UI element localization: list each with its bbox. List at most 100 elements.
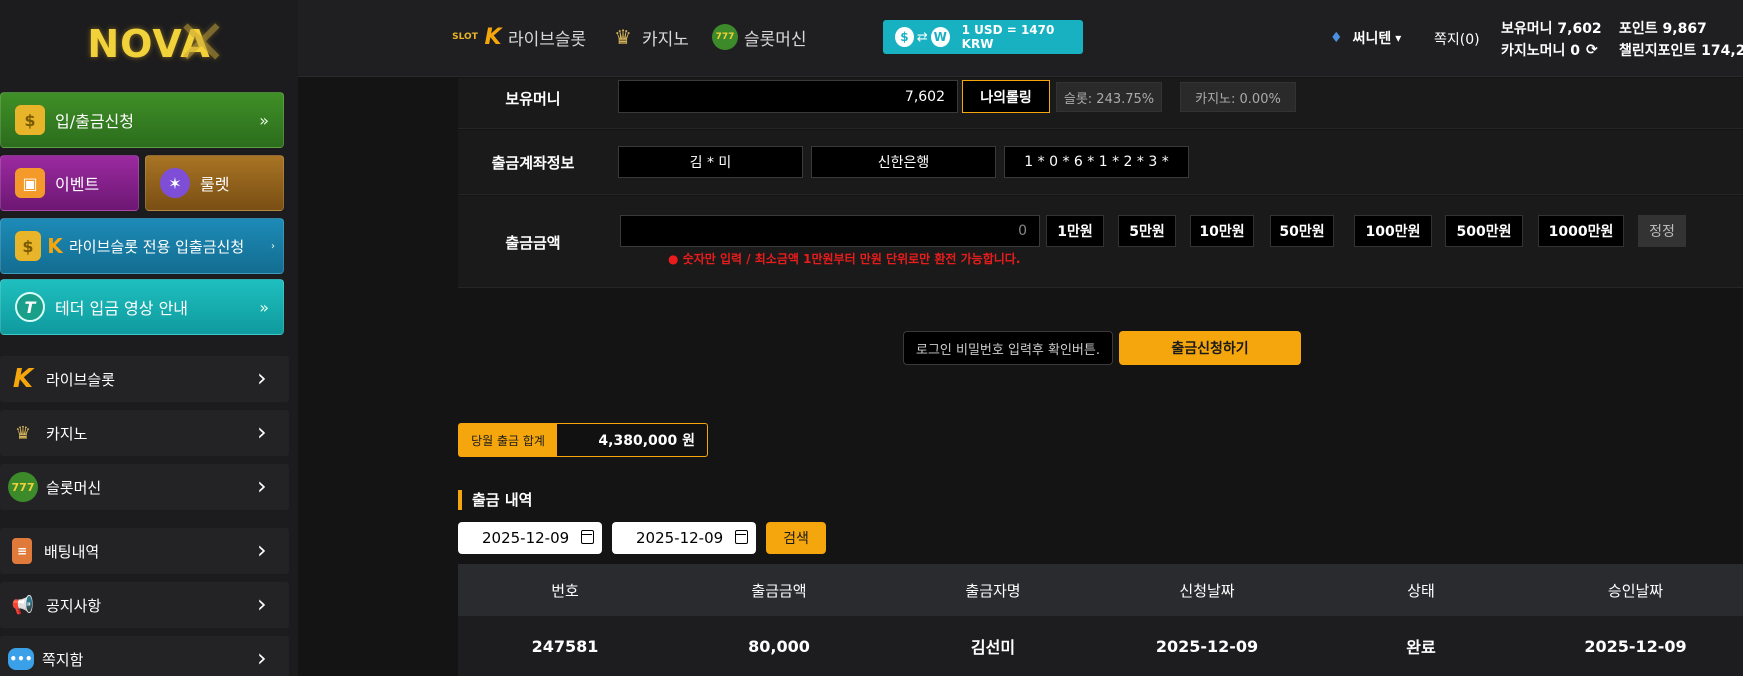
money-bag-icon: $ xyxy=(15,231,41,261)
withdraw-amount-row: 출금금액 0 1만원 5만원 10만원 50만원 100만원 500만원 100… xyxy=(458,196,1743,288)
date-from-input[interactable]: 2025-12-09 xyxy=(458,522,602,554)
quick-amount-5m-button[interactable]: 500만원 xyxy=(1445,215,1523,247)
cell-status: 완료 xyxy=(1406,638,1436,657)
sidebar-item-label: 라이브슬롯 xyxy=(46,370,116,389)
sidebar: ✕ NOVA $ 입/출금신청 » ▣ 이벤트 ✶ 룰렛 $ K 라이브슬롯 전… xyxy=(0,0,298,676)
messages-link[interactable]: 쪽지(0) xyxy=(1434,29,1480,49)
megaphone-icon: 📢 xyxy=(11,594,35,616)
live-slot-deposit-button[interactable]: $ K 라이브슬롯 전용 입출금신청 › xyxy=(0,218,284,274)
date-to-input[interactable]: 2025-12-09 xyxy=(612,522,756,554)
sidebar-item-slot-machine[interactable]: 777 슬롯머신 › xyxy=(0,464,289,510)
chevron-right-icon: › xyxy=(257,536,267,564)
cell-approval-date: 2025-12-09 xyxy=(1584,636,1687,656)
casino-crest-icon: ♛ xyxy=(14,422,32,444)
gift-box-icon: ▣ xyxy=(15,168,45,198)
refresh-icon[interactable]: ⟳ xyxy=(1586,42,1598,58)
column-header-number: 번호 xyxy=(551,581,579,600)
exchange-rate-badge: $ ⇄ W 1 USD = 1470 KRW xyxy=(883,20,1083,54)
history-table-header: 번호 출금금액 출금자명 신청날짜 상태 승인날짜 xyxy=(458,564,1743,616)
column-header-status: 상태 xyxy=(1407,581,1435,600)
money-balance: 보유머니 7,602 xyxy=(1501,21,1602,37)
coin-stack-icon: $ xyxy=(15,105,45,135)
nav-label: 슬롯머신 xyxy=(744,29,807,50)
table-row[interactable]: 247581 80,000 김선미 2025-12-09 완료 2025-12-… xyxy=(458,616,1743,676)
balance-row: 보유머니 7,602 나의롤링 슬롯: 243.75% 카지노: 0.00% xyxy=(458,78,1743,129)
balance-value-field: 7,602 xyxy=(618,80,958,113)
challenge-points: 챌린지포인트 174,28 xyxy=(1619,43,1743,59)
reset-amount-button[interactable]: 정정 xyxy=(1638,215,1686,247)
sidebar-item-label: 배팅내역 xyxy=(44,542,100,561)
nav-slot-machine[interactable]: 777 슬롯머신 xyxy=(712,22,807,52)
sidebar-item-live-slot[interactable]: K 라이브슬롯 › xyxy=(0,356,289,402)
quick-amount-10k-button[interactable]: 1만원 xyxy=(1046,215,1104,247)
k-logo-icon: K xyxy=(484,24,502,50)
column-header-name: 출금자명 xyxy=(965,581,1021,600)
monthly-total-value: 4,380,000 원 xyxy=(598,433,695,449)
my-rolling-button[interactable]: 나의롤링 xyxy=(962,80,1050,113)
withdraw-amount-input[interactable]: 0 xyxy=(620,215,1040,247)
roulette-button[interactable]: ✶ 룰렛 xyxy=(145,155,284,211)
sidebar-item-betting-history[interactable]: ≡ 배팅내역 › xyxy=(0,528,289,574)
top-header: SLOT K 라이브슬롯 ♛ 카지노 777 슬롯머신 $ ⇄ W 1 USD … xyxy=(298,0,1743,77)
points-balance: 포인트 9,867 xyxy=(1619,21,1707,37)
chevron-right-icon: › xyxy=(257,472,267,500)
logo[interactable]: ✕ NOVA xyxy=(0,0,298,88)
column-header-approval-date: 승인날짜 xyxy=(1607,581,1664,600)
k-logo-icon: K xyxy=(12,364,34,394)
sidebar-item-label: 슬롯머신 xyxy=(46,478,102,497)
amount-notice: ● 숫자만 입력 / 최소금액 1만원부터 만원 단위로만 환전 가능합니다. xyxy=(668,252,1021,266)
submit-withdraw-button[interactable]: 출금신청하기 xyxy=(1119,331,1301,365)
logo-text: ✕ NOVA xyxy=(87,6,227,79)
quick-amount-10m-button[interactable]: 1000만원 xyxy=(1538,215,1624,247)
sidebar-item-notice[interactable]: 📢 공지사항 › xyxy=(0,582,289,628)
casino-crest-icon: ♛ xyxy=(614,25,632,49)
deposit-withdraw-button[interactable]: $ 입/출금신청 » xyxy=(0,92,284,148)
user-menu[interactable]: ♦ 써니텐 ▾ xyxy=(1330,28,1401,48)
quick-amount-1m-button[interactable]: 100만원 xyxy=(1354,215,1432,247)
app-root: ✕ NOVA $ 입/출금신청 » ▣ 이벤트 ✶ 룰렛 $ K 라이브슬롯 전… xyxy=(0,0,1743,676)
roulette-wheel-icon: ✶ xyxy=(160,168,190,198)
chevron-down-icon: ▾ xyxy=(1395,31,1402,45)
monthly-total-label: 당월 출금 합계 xyxy=(459,424,557,456)
slot-777-icon: 777 xyxy=(8,472,38,502)
search-button[interactable]: 검색 xyxy=(766,522,826,554)
account-info-row: 출금계좌정보 김 * 미 신한은행 1 * 0 * 6 * 1 * 2 * 3 … xyxy=(458,130,1743,195)
sidebar-item-messages[interactable]: ••• 쪽지함 › xyxy=(0,636,289,676)
account-number-field: 1 * 0 * 6 * 1 * 2 * 3 * xyxy=(1004,146,1189,178)
nav-label: 카지노 xyxy=(642,29,689,50)
casino-money: 카지노머니 0 ⟳ xyxy=(1501,40,1598,60)
password-confirm-input[interactable]: 로그인 비밀번호 입력후 확인버튼. xyxy=(903,331,1113,365)
casino-rolling-rate: 카지노: 0.00% xyxy=(1180,82,1296,112)
quick-amount-500k-button[interactable]: 50만원 xyxy=(1270,215,1334,247)
tether-guide-button[interactable]: T 테더 입금 영상 안내 » xyxy=(0,279,284,335)
date-from-value: 2025-12-09 xyxy=(482,529,570,547)
event-label: 이벤트 xyxy=(55,175,100,194)
slot-badge-icon: SLOT xyxy=(452,32,478,42)
slot-777-icon: 777 xyxy=(712,24,738,50)
chevron-right-icon: › xyxy=(257,364,267,392)
chevron-right-icon: › xyxy=(271,240,275,252)
sidebar-item-casino[interactable]: ♛ 카지노 › xyxy=(0,410,289,456)
sidebar-item-label: 쪽지함 xyxy=(42,650,84,669)
date-to-value: 2025-12-09 xyxy=(636,529,724,547)
logo-x-mark-icon: ✕ xyxy=(175,6,229,79)
withdraw-amount-label: 출금금액 xyxy=(505,234,561,252)
cell-request-date: 2025-12-09 xyxy=(1155,636,1259,656)
roulette-label: 룰렛 xyxy=(200,175,230,194)
sidebar-item-label: 공지사항 xyxy=(46,596,102,615)
double-chevron-right-icon: » xyxy=(259,110,269,130)
nav-live-slot[interactable]: SLOT K 라이브슬롯 xyxy=(452,22,586,52)
cell-name: 김선미 xyxy=(970,638,1016,657)
calendar-icon[interactable] xyxy=(735,530,748,544)
quick-amount-100k-button[interactable]: 10만원 xyxy=(1190,215,1254,247)
quick-amount-50k-button[interactable]: 5만원 xyxy=(1118,215,1176,247)
user-rank-icon: ♦ xyxy=(1330,30,1343,46)
exchange-rate-text: 1 USD = 1470 KRW xyxy=(961,23,1055,51)
balance-label: 보유머니 xyxy=(505,90,561,108)
double-chevron-right-icon: » xyxy=(259,297,269,317)
account-info-label: 출금계좌정보 xyxy=(491,154,575,172)
calendar-icon[interactable] xyxy=(581,530,594,544)
nav-casino[interactable]: ♛ 카지노 xyxy=(610,22,689,52)
clipboard-icon: ≡ xyxy=(12,538,32,564)
event-button[interactable]: ▣ 이벤트 xyxy=(0,155,139,211)
